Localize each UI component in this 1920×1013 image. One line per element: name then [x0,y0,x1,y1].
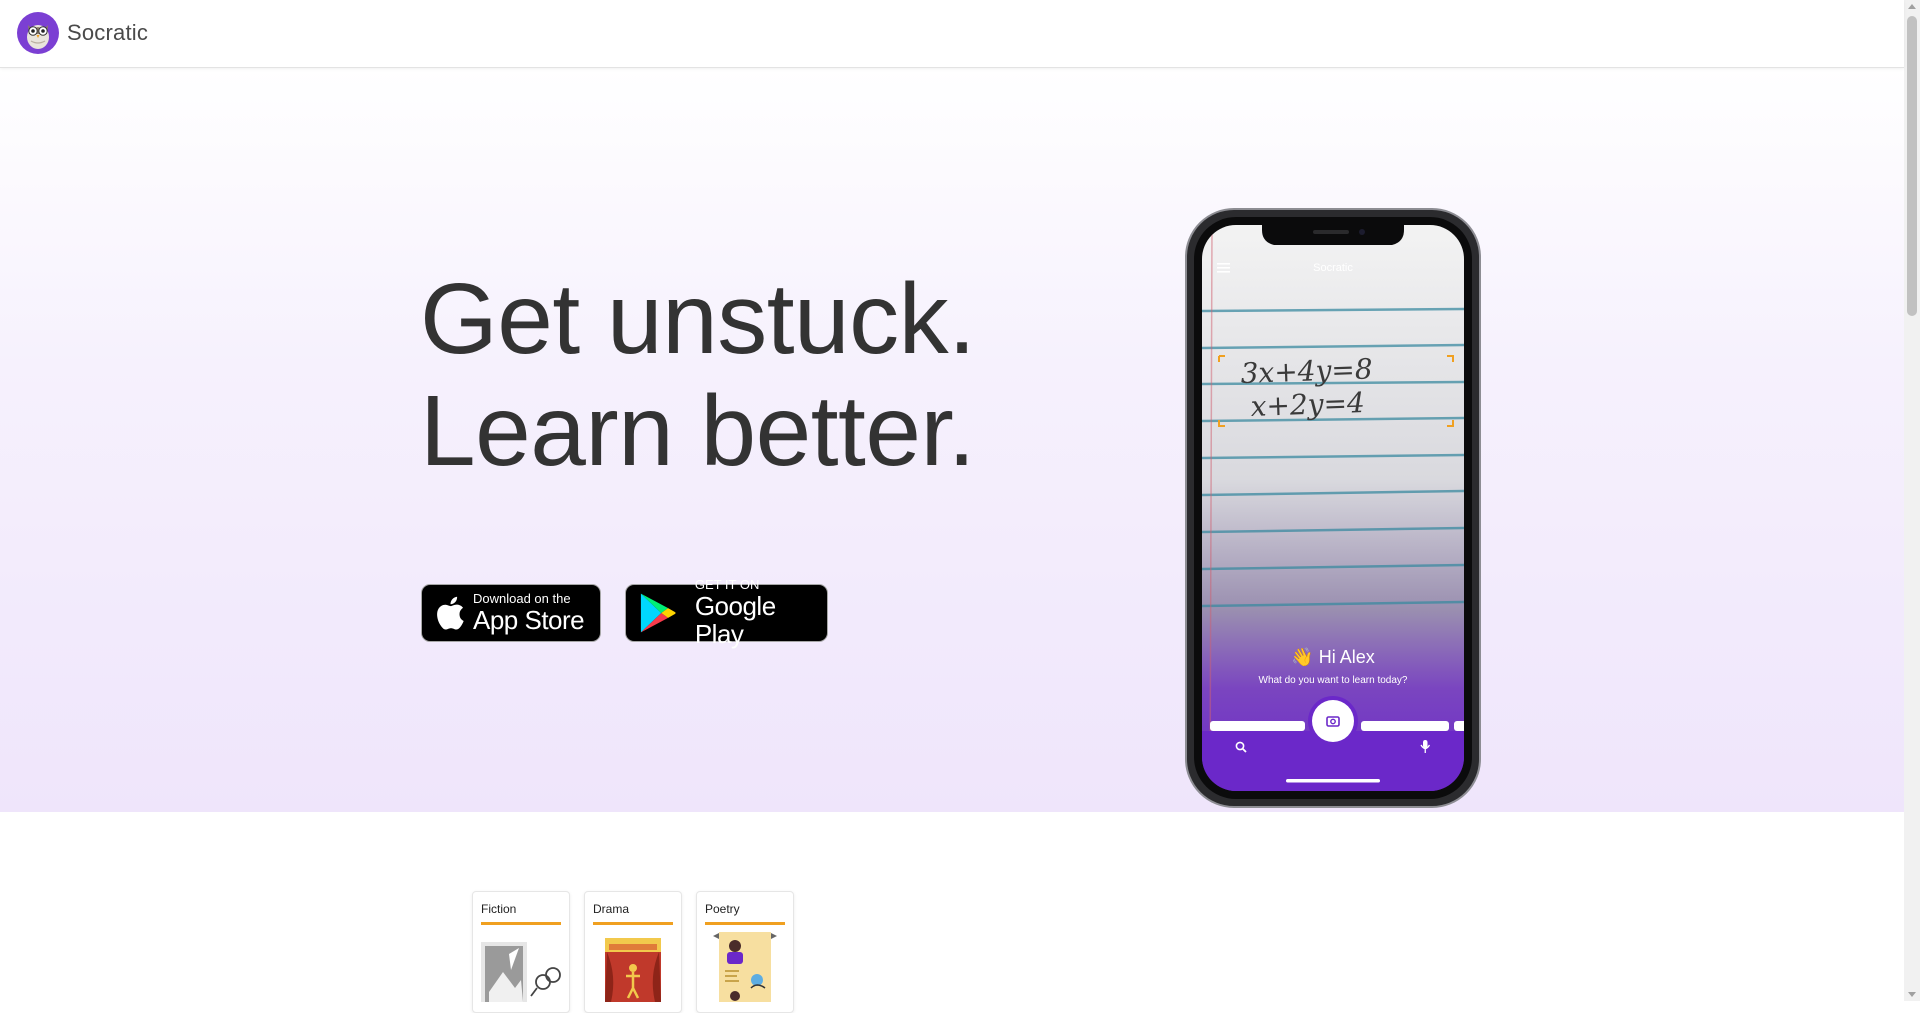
owl-logo-icon [17,12,59,54]
apple-icon [437,596,464,630]
equation-line-1: 3x+4y=8 [1240,352,1373,390]
app-store-button[interactable]: Download on the App Store [421,584,601,642]
phone-notch [1262,225,1404,245]
phone-prompt: What do you want to learn today? [1259,675,1408,686]
app-store-big-text: App Store [473,605,585,635]
card-divider [481,922,561,925]
google-play-big-text: Google Play [694,591,776,649]
page-scrollbar[interactable] [1904,0,1920,1001]
headline-line-1: Get unstuck. [420,263,976,375]
card-divider [593,922,673,925]
card-divider [705,922,785,925]
scroll-up-arrow-icon[interactable] [1908,4,1916,9]
subject-cards: Fiction Drama Poetry [472,891,794,1013]
socratic-home-link[interactable]: Socratic [17,12,148,54]
card-drama-label: Drama [593,902,630,916]
google-play-icon [640,593,676,633]
fiction-illustration-icon [481,942,561,1002]
poetry-illustration-icon [713,932,777,1002]
card-poetry-label: Poetry [705,902,740,916]
equation-line-2: x+2y=4 [1250,386,1365,423]
card-poetry[interactable]: Poetry [696,891,794,1013]
card-fiction[interactable]: Fiction [472,891,570,1013]
card-fiction-label: Fiction [481,902,517,916]
hero-section: Get unstuck. Learn better. Download on t… [0,68,1904,812]
brand-name: Socratic [67,20,149,45]
card-drama[interactable]: Drama [584,891,682,1013]
phone-mockup: 3x+4y=8 x+2y=4 Socratic 👋 Hi Alex What d… [1185,208,1481,808]
top-nav: Socratic [0,0,1904,68]
phone-greeting: 👋 Hi Alex [1291,647,1374,668]
google-play-small-text: GET IT ON [694,577,760,592]
scrollbar-thumb[interactable] [1907,16,1917,316]
headline-line-2: Learn better. [420,375,976,487]
phone-app-title: Socratic [1313,262,1353,274]
home-indicator [1286,779,1380,783]
camera-shutter-button[interactable] [1308,696,1358,746]
app-store-small-text: Download on the [473,591,571,606]
google-play-button[interactable]: GET IT ON Google Play [625,578,828,648]
hamburger-menu-icon[interactable] [1217,263,1230,273]
drama-illustration-icon [605,938,661,1002]
hero-headline: Get unstuck. Learn better. [420,263,976,487]
scroll-down-arrow-icon[interactable] [1908,992,1916,997]
